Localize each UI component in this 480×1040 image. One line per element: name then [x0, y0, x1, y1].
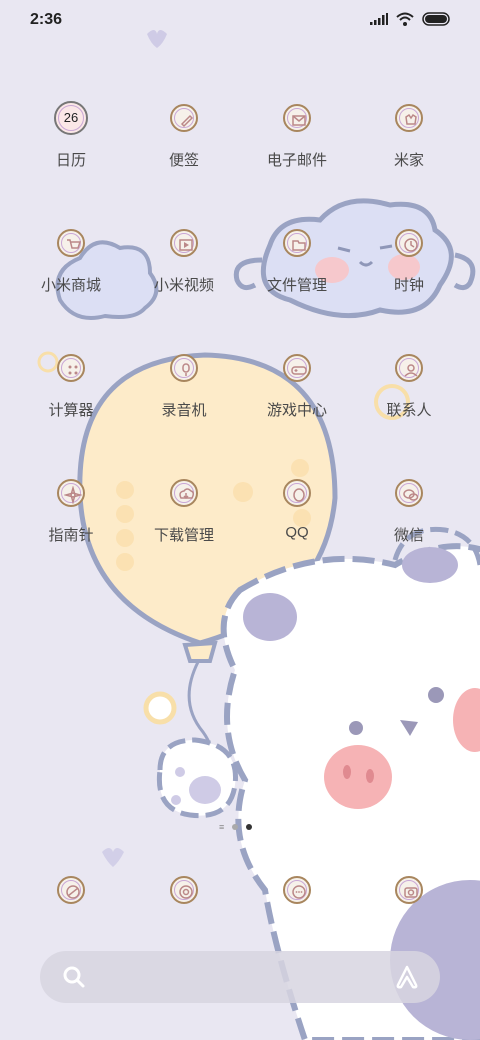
app-microphone[interactable]: 录音机 [128, 354, 240, 420]
status-bar: 2:36 [0, 0, 480, 40]
app-label: 日历 [55, 152, 86, 169]
status-time: 2:36 [30, 11, 63, 28]
app-wechat[interactable]: 微信 [353, 479, 465, 545]
messages-icon [283, 876, 311, 904]
signal-icon [370, 13, 388, 25]
app-label: 录音机 [161, 402, 207, 419]
dock-chrome[interactable] [128, 876, 240, 904]
app-video[interactable]: 小米视频 [128, 229, 240, 295]
microphone-icon [170, 354, 198, 382]
wechat-icon [395, 479, 423, 507]
dock-browser[interactable] [15, 876, 127, 904]
app-label: 小米商城 [40, 277, 101, 294]
camera-icon [395, 876, 423, 904]
app-mail[interactable]: 电子邮件 [241, 104, 353, 170]
gamepad-icon [283, 354, 311, 382]
folder-icon [283, 229, 311, 257]
dock-camera[interactable] [353, 876, 465, 904]
compass-icon [57, 479, 85, 507]
notes-icon [170, 104, 198, 132]
app-label: 指南针 [48, 527, 94, 544]
dock-messages[interactable] [241, 876, 353, 904]
app-qq[interactable]: QQ [241, 479, 353, 541]
search-icon[interactable] [62, 965, 86, 989]
qq-icon [283, 479, 311, 507]
app-label: QQ [285, 524, 309, 541]
download-icon [170, 479, 198, 507]
page-dot [232, 824, 239, 830]
app-label: 小米视频 [153, 277, 214, 294]
app-label: 微信 [393, 527, 424, 544]
app-gamepad[interactable]: 游戏中心 [241, 354, 353, 420]
app-label: 时钟 [393, 277, 424, 294]
app-notes[interactable]: 便签 [128, 104, 240, 170]
mail-icon [283, 104, 311, 132]
calendar-icon: 26 [54, 101, 88, 135]
app-label: 文件管理 [266, 277, 327, 294]
battery-icon [422, 12, 450, 26]
app-folder[interactable]: 文件管理 [241, 229, 353, 295]
search-bar[interactable] [40, 951, 440, 1003]
app-label: 下载管理 [153, 527, 214, 544]
app-label: 便签 [168, 152, 199, 169]
video-icon [170, 229, 198, 257]
calculator-icon [57, 354, 85, 382]
app-contacts[interactable]: 联系人 [353, 354, 465, 420]
app-label: 联系人 [386, 402, 432, 419]
app-clock[interactable]: 时钟 [353, 229, 465, 295]
clock-icon [395, 229, 423, 257]
wifi-icon [396, 12, 414, 26]
app-cart[interactable]: 小米商城 [15, 229, 127, 295]
browser-icon [57, 876, 85, 904]
status-icons [370, 12, 452, 26]
app-label: 电子邮件 [266, 152, 327, 169]
page-list-icon: ≡ [219, 822, 225, 832]
contacts-icon [395, 354, 423, 382]
app-download[interactable]: 下载管理 [128, 479, 240, 545]
app-label: 计算器 [48, 402, 94, 419]
app-label: 游戏中心 [266, 402, 327, 419]
app-mijia[interactable]: 米家 [353, 104, 465, 170]
mijia-icon [395, 104, 423, 132]
chrome-icon [170, 876, 198, 904]
xiaoai-icon[interactable] [394, 964, 420, 990]
cart-icon [57, 229, 85, 257]
page-indicator[interactable]: ≡ [219, 822, 253, 832]
app-calculator[interactable]: 计算器 [15, 354, 127, 420]
app-compass[interactable]: 指南针 [15, 479, 127, 545]
page-dot-current [246, 824, 253, 830]
app-label: 米家 [393, 152, 424, 169]
calendar-date: 26 [63, 110, 79, 125]
app-calendar[interactable]: 26 日历 [15, 101, 127, 170]
